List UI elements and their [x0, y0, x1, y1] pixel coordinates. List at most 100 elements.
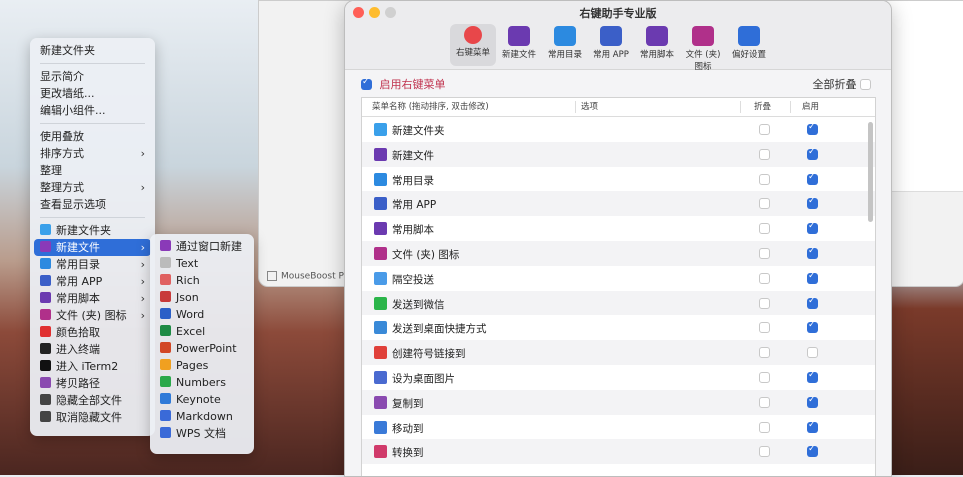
background-pane [884, 1, 963, 192]
menu-item[interactable]: 更改墙纸... [30, 85, 155, 102]
menu-item[interactable]: 新建文件 › [34, 239, 151, 256]
enable-checkbox[interactable] [807, 296, 818, 309]
table-row[interactable]: 新建文件夹 [362, 117, 875, 142]
menu-item[interactable]: 整理 [30, 162, 155, 179]
menu-item[interactable]: 新建文件夹 [30, 222, 155, 239]
menu-item[interactable]: 进入终端 [30, 341, 155, 358]
submenu-item[interactable]: Excel [150, 323, 254, 340]
submenu-item[interactable]: 通过窗口新建 [150, 238, 254, 255]
menu-item[interactable]: 整理方式 › [30, 179, 155, 196]
fold-checkbox[interactable] [759, 272, 770, 284]
submenu-item[interactable]: Numbers [150, 374, 254, 391]
fold-checkbox[interactable] [759, 421, 770, 433]
enable-checkbox[interactable] [807, 420, 818, 433]
fold-checkbox[interactable] [759, 247, 770, 259]
table-row[interactable]: 复制到 [362, 389, 875, 415]
menu-item[interactable]: 文件 (夹) 图标 › [30, 307, 155, 324]
new-file-icon [40, 241, 51, 252]
table-row[interactable]: 设为桌面图片 [362, 365, 875, 390]
menu-item[interactable]: 使用叠放 [30, 128, 155, 145]
enable-checkbox[interactable] [807, 147, 818, 160]
table-row[interactable]: 隔空投送 [362, 266, 875, 291]
submenu-item[interactable]: Text [150, 255, 254, 272]
menu-item[interactable]: 编辑小组件... [30, 102, 155, 119]
fold-checkbox[interactable] [759, 223, 770, 235]
table-row[interactable]: 常用目录 [362, 167, 875, 192]
table-row[interactable]: 移动到 [362, 415, 875, 440]
menu-item[interactable]: 隐藏全部文件 [30, 392, 155, 409]
submenu-item[interactable]: Rich [150, 272, 254, 289]
file-icon-icon [374, 246, 387, 260]
fold-checkbox[interactable] [759, 446, 770, 458]
submenu-item[interactable]: Word [150, 306, 254, 323]
enable-checkbox[interactable] [807, 122, 818, 135]
toolbar-tab[interactable]: 常用脚本 [634, 24, 680, 66]
menu-item[interactable]: 取消隐藏文件 [30, 409, 155, 426]
submenu-item[interactable]: Json [150, 289, 254, 306]
toolbar-tab[interactable]: 偏好设置 [726, 24, 772, 66]
header-name[interactable]: 菜单名称 (拖动排序, 双击修改) [372, 98, 489, 116]
submenu-item[interactable]: Keynote [150, 391, 254, 408]
toolbar-tab[interactable]: 文件 (夹) 图标 [680, 24, 726, 72]
toolbar-tab[interactable]: 常用目录 [542, 24, 588, 66]
header-options[interactable]: 选项 [581, 98, 598, 116]
enable-checkbox[interactable] [807, 221, 818, 235]
submenu-item[interactable]: Pages [150, 357, 254, 374]
table-row[interactable]: 发送到微信 [362, 290, 875, 316]
table-row[interactable]: 新建文件 [362, 141, 875, 167]
submenu-item[interactable]: WPS 文档 [150, 425, 254, 442]
collapse-all-checkbox[interactable] [860, 79, 871, 90]
enable-checkbox[interactable] [807, 395, 818, 408]
eye-icon [40, 411, 51, 422]
enable-checkbox[interactable] [807, 444, 818, 458]
header-fold[interactable]: 折叠 [754, 98, 771, 116]
menu-item[interactable]: 排序方式 › [30, 145, 155, 162]
table-row[interactable]: 创建符号链接到 [362, 340, 875, 365]
table-row[interactable]: 常用 APP [362, 191, 875, 217]
fold-checkbox[interactable] [759, 396, 770, 408]
menu-item[interactable]: 颜色拾取 [30, 324, 155, 341]
enable-checkbox[interactable] [807, 347, 818, 359]
context-menu-icon [464, 26, 482, 44]
menu-item[interactable]: 新建文件夹 [30, 42, 155, 59]
collapse-all-control[interactable]: 全部折叠 [813, 76, 871, 92]
menu-item[interactable]: 拷贝路径 [30, 375, 155, 392]
menu-item[interactable]: 常用 APP › [30, 273, 155, 290]
submenu-item[interactable]: PowerPoint [150, 340, 254, 357]
menu-item[interactable]: 常用目录 › [30, 256, 155, 273]
submenu-item[interactable]: Markdown [150, 408, 254, 425]
table-scrollbar[interactable] [868, 122, 873, 222]
fold-checkbox[interactable] [759, 173, 770, 185]
move-to-icon [374, 420, 387, 434]
table-row[interactable]: 转换到 [362, 439, 875, 465]
enable-context-menu-checkbox[interactable] [361, 77, 372, 90]
fold-checkbox[interactable] [759, 148, 770, 160]
header-enable[interactable]: 启用 [802, 98, 819, 116]
toolbar-tab[interactable]: 新建文件 [496, 24, 542, 66]
menu-item[interactable]: 常用脚本 › [30, 290, 155, 307]
enable-checkbox[interactable] [807, 320, 818, 334]
menu-item[interactable]: 进入 iTerm2 [30, 358, 155, 375]
fold-checkbox[interactable] [759, 198, 770, 210]
enable-context-menu-label[interactable]: 启用右键菜单 [380, 78, 446, 91]
app-store-icon [600, 26, 622, 46]
fold-checkbox[interactable] [759, 297, 770, 309]
menu-item[interactable]: 查看显示选项 [30, 196, 155, 213]
toolbar-tab[interactable]: 右键菜单 [450, 24, 496, 66]
enable-checkbox[interactable] [807, 370, 818, 383]
enable-checkbox[interactable] [807, 271, 818, 284]
menu-item[interactable]: 显示简介 [30, 68, 155, 85]
toolbar-tab[interactable]: 常用 APP [588, 24, 634, 66]
fold-checkbox[interactable] [759, 124, 770, 135]
table-row[interactable]: 发送到桌面快捷方式 [362, 315, 875, 340]
app-store-icon [40, 275, 51, 286]
fold-checkbox[interactable] [759, 371, 770, 383]
enable-checkbox[interactable] [807, 246, 818, 259]
enable-checkbox[interactable] [807, 196, 818, 210]
fold-checkbox[interactable] [759, 322, 770, 334]
enable-checkbox[interactable] [807, 172, 818, 185]
table-row[interactable]: 文件 (夹) 图标 [362, 240, 875, 266]
table-row[interactable]: 常用脚本 [362, 216, 875, 241]
fold-checkbox[interactable] [759, 347, 770, 359]
airdrop-icon [374, 271, 387, 285]
